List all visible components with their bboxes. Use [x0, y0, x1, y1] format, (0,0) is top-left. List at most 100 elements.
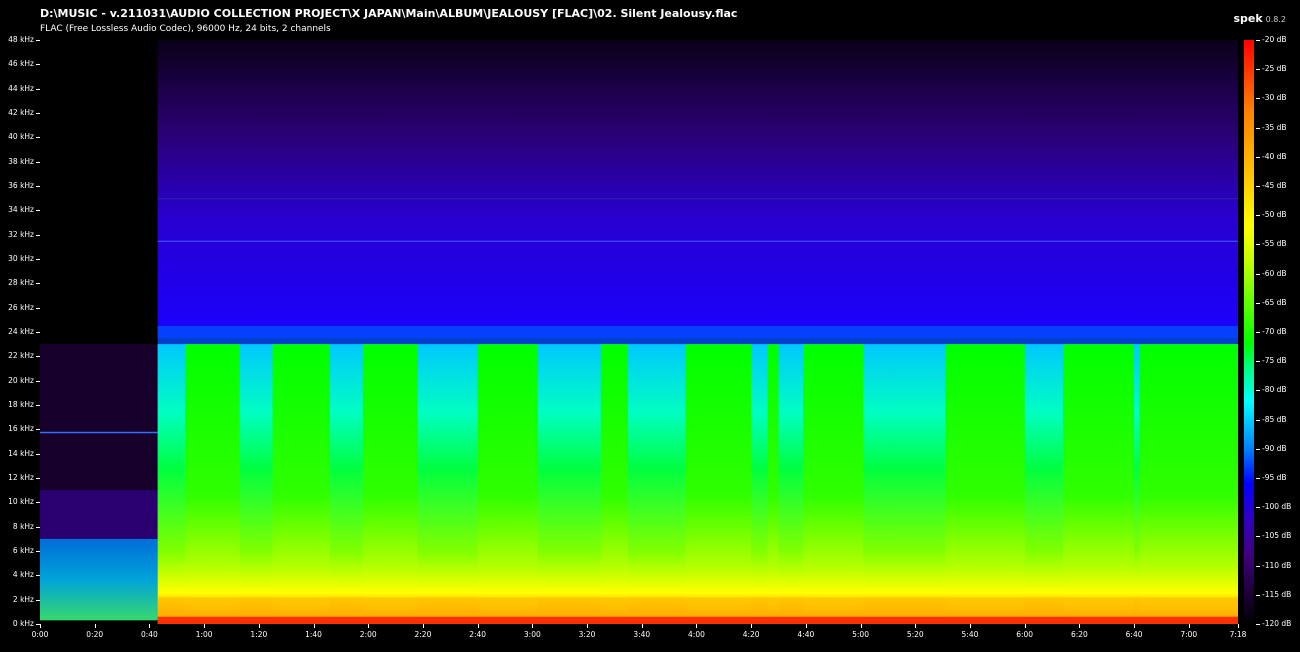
- db-tick-label: -45 dB: [1262, 181, 1287, 190]
- hf-noise-band: [157, 40, 1238, 339]
- loud-segment: [1062, 344, 1135, 621]
- spectrogram-image: [40, 40, 1238, 624]
- freq-tick: [36, 502, 40, 504]
- freq-tick-label: 10 kHz: [8, 497, 34, 507]
- db-tick: [1256, 536, 1260, 538]
- freq-tick: [36, 259, 40, 260]
- app-brand: spek 0.8.2: [1233, 7, 1286, 26]
- time-tick-label: 5:20: [906, 630, 924, 639]
- db-tick: [1256, 98, 1260, 100]
- time-tick-label: 1:20: [250, 630, 268, 639]
- freq-tick: [36, 575, 40, 577]
- loud-segment: [803, 344, 864, 621]
- loud-segment: [477, 344, 538, 621]
- freq-tick: [36, 453, 40, 455]
- db-tick-label: -35 dB: [1262, 122, 1287, 132]
- db-tick-label: -75 dB: [1262, 356, 1287, 366]
- db-tick-label: -80 dB: [1262, 385, 1287, 395]
- freq-tick-label: 6 kHz: [12, 546, 34, 555]
- time-tick: [751, 624, 753, 628]
- freq-tick-label: 14 kHz: [8, 448, 34, 458]
- time-tick: [915, 624, 917, 628]
- time-tick-label: 7:18: [1229, 630, 1247, 639]
- freq-tick-label: 40 kHz: [8, 132, 34, 142]
- freq-tick-label: 8 kHz: [12, 521, 34, 531]
- db-tick: [1256, 624, 1260, 625]
- db-tick: [1256, 40, 1260, 41]
- intro-tone-line: [40, 431, 158, 434]
- freq-tick: [36, 40, 40, 41]
- time-tick: [1024, 624, 1026, 628]
- freq-tick-label: 0 kHz: [12, 619, 34, 628]
- app-name: spek: [1233, 12, 1263, 25]
- time-tick: [204, 624, 206, 628]
- freq-tick-label: 26 kHz: [8, 302, 34, 312]
- freq-tick-label: 16 kHz: [8, 424, 34, 434]
- time-tick: [696, 624, 698, 628]
- lf-warm-band: [157, 597, 1238, 617]
- db-tick: [1256, 302, 1260, 304]
- time-tick: [1134, 624, 1136, 628]
- time-tick: [422, 624, 424, 628]
- time-tick-label: 0:20: [86, 630, 104, 639]
- db-tick: [1256, 390, 1260, 392]
- freq-tick-label: 22 kHz: [8, 351, 34, 361]
- time-tick: [1079, 624, 1081, 628]
- db-tick-label: -55 dB: [1262, 239, 1287, 249]
- time-tick: [368, 624, 370, 628]
- freq-tick-label: 48 kHz: [8, 35, 34, 44]
- db-tick: [1256, 419, 1260, 421]
- db-tick-label: -110 dB: [1262, 560, 1292, 570]
- time-tick-label: 3:00: [523, 630, 541, 639]
- freq-tick-label: 38 kHz: [8, 156, 34, 166]
- db-tick: [1256, 273, 1260, 275]
- hf-tone-line-2: [157, 198, 1238, 200]
- db-tick-label: -40 dB: [1262, 151, 1287, 161]
- loud-segment: [362, 344, 418, 621]
- freq-tick-label: 2 kHz: [12, 594, 34, 604]
- time-tick-label: 6:00: [1016, 630, 1034, 639]
- time-tick: [40, 624, 41, 628]
- db-tick-label: -25 dB: [1262, 64, 1287, 74]
- intro-lf-band: [40, 538, 158, 621]
- time-tick: [969, 624, 971, 628]
- freq-tick: [36, 405, 40, 406]
- db-tick: [1256, 69, 1260, 71]
- freq-tick: [36, 332, 40, 333]
- time-tick: [641, 624, 643, 628]
- file-path-title: D:\MUSIC - v.211031\AUDIO COLLECTION PRO…: [40, 7, 738, 20]
- db-tick: [1256, 332, 1260, 333]
- time-tick-label: 2:00: [359, 630, 377, 639]
- freq-tick-label: 36 kHz: [8, 181, 34, 190]
- freq-tick-label: 4 kHz: [12, 570, 34, 580]
- db-tick: [1256, 507, 1260, 509]
- loud-segment: [767, 344, 779, 621]
- loud-segment: [184, 344, 240, 621]
- time-tick-label: 0:40: [140, 630, 158, 639]
- db-tick-label: -65 dB: [1262, 297, 1287, 307]
- time-tick-label: 4:40: [797, 630, 815, 639]
- freq-tick: [36, 380, 40, 382]
- freq-tick-label: 24 kHz: [8, 327, 34, 336]
- loud-segment: [945, 344, 1025, 621]
- freq-tick: [36, 551, 40, 552]
- freq-tick: [36, 599, 40, 601]
- freq-tick-label: 20 kHz: [8, 375, 34, 385]
- spectrogram-plot[interactable]: [40, 40, 1238, 624]
- time-tick: [1188, 624, 1190, 628]
- db-tick: [1256, 361, 1260, 363]
- db-tick: [1256, 127, 1260, 129]
- time-tick-label: 3:40: [633, 630, 651, 639]
- db-tick-label: -90 dB: [1262, 443, 1287, 453]
- freq-tick: [36, 429, 40, 431]
- db-tick: [1256, 156, 1260, 158]
- freq-tick: [36, 234, 40, 236]
- time-tick: [313, 624, 315, 628]
- db-tick-label: -115 dB: [1262, 589, 1292, 599]
- freq-tick: [36, 64, 40, 66]
- time-tick-label: 2:40: [469, 630, 487, 639]
- freq-tick: [36, 283, 40, 285]
- db-tick-label: -95 dB: [1262, 473, 1287, 482]
- db-tick: [1256, 244, 1260, 246]
- time-tick: [860, 624, 862, 628]
